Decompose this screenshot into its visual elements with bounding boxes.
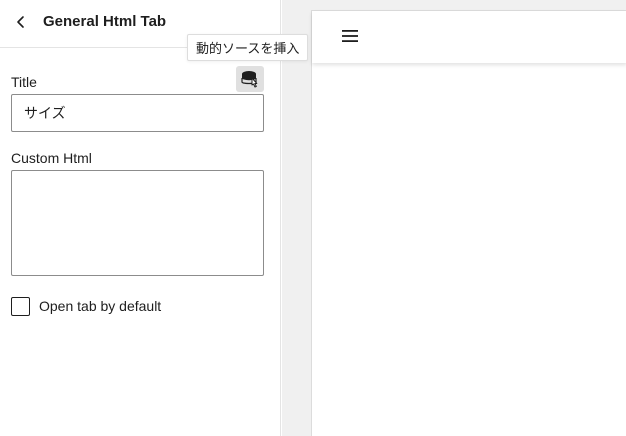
preview-page	[311, 10, 626, 436]
title-input[interactable]	[11, 94, 264, 132]
menu-button[interactable]	[340, 26, 360, 46]
app: General Html Tab Title Custom Html Open …	[0, 0, 626, 436]
canvas-gutter	[282, 0, 311, 436]
back-button[interactable]	[10, 11, 32, 33]
open-tab-by-default-label: Open tab by default	[39, 298, 162, 314]
open-tab-by-default-checkbox[interactable]	[11, 296, 30, 316]
database-icon	[241, 71, 258, 88]
dynamic-source-tooltip: 動的ソースを挿入	[187, 34, 309, 61]
preview-topbar	[312, 11, 626, 63]
insert-dynamic-source-button[interactable]	[236, 66, 264, 92]
open-tab-by-default-option[interactable]: Open tab by default	[11, 296, 161, 316]
settings-panel: General Html Tab Title Custom Html Open …	[0, 0, 281, 436]
panel-title: General Html Tab	[43, 13, 167, 30]
hamburger-menu-icon	[342, 30, 358, 42]
preview-canvas	[311, 0, 626, 436]
chevron-left-icon	[17, 16, 24, 28]
custom-html-label: Custom Html	[11, 150, 92, 166]
title-label: Title	[11, 74, 37, 90]
custom-html-textarea[interactable]	[11, 170, 264, 276]
